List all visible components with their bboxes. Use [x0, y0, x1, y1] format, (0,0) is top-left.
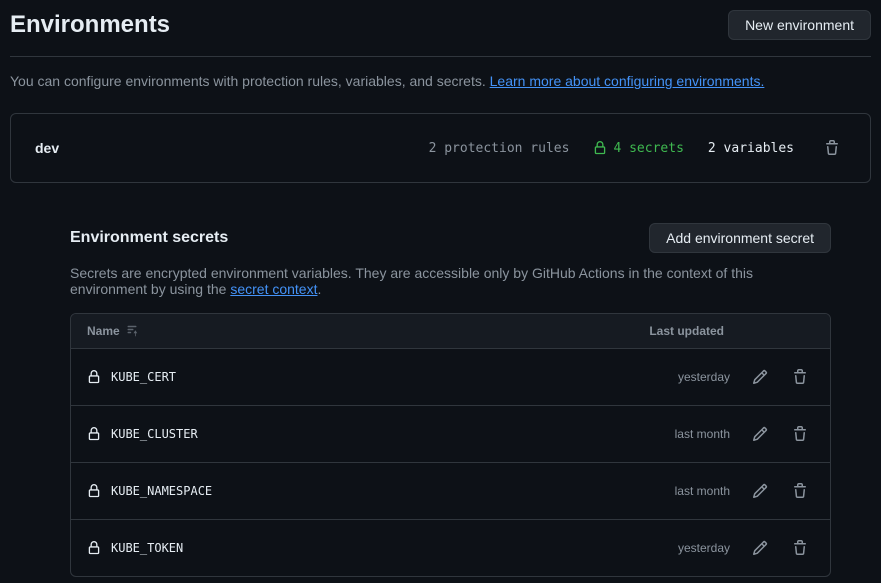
pencil-icon: [752, 369, 768, 385]
secret-context-link[interactable]: secret context: [230, 281, 317, 297]
variables-stat: 2 variables: [708, 141, 794, 156]
secrets-title: Environment secrets: [70, 229, 228, 247]
trash-icon: [824, 140, 840, 156]
trash-icon: [792, 483, 808, 499]
pencil-icon: [752, 426, 768, 442]
environment-name: dev: [35, 140, 59, 156]
secrets-section: Environment secrets Add environment secr…: [70, 223, 831, 577]
delete-environment-button[interactable]: [818, 134, 846, 162]
secrets-description: Secrets are encrypted environment variab…: [70, 265, 831, 297]
edit-secret-button[interactable]: [746, 363, 774, 391]
table-header: Name Last updated: [71, 314, 830, 348]
secret-updated: last month: [675, 484, 730, 498]
secret-name: KUBE_TOKEN: [87, 541, 678, 555]
sort-icon: [126, 325, 138, 337]
trash-icon: [792, 540, 808, 556]
lock-icon: [593, 141, 607, 155]
page-description: You can configure environments with prot…: [10, 73, 871, 89]
col-updated-header: Last updated: [649, 324, 724, 338]
edit-secret-button[interactable]: [746, 534, 774, 562]
learn-more-link[interactable]: Learn more about configuring environment…: [490, 73, 765, 89]
table-row: KUBE_NAMESPACElast month: [71, 462, 830, 519]
table-row: KUBE_CERTyesterday: [71, 348, 830, 405]
edit-secret-button[interactable]: [746, 477, 774, 505]
trash-icon: [792, 426, 808, 442]
protection-rules-stat: 2 protection rules: [429, 141, 570, 156]
secrets-stat: 4 secrets: [593, 141, 683, 156]
lock-icon: [87, 541, 101, 555]
lock-icon: [87, 484, 101, 498]
secret-name: KUBE_NAMESPACE: [87, 484, 675, 498]
lock-icon: [87, 370, 101, 384]
lock-icon: [87, 427, 101, 441]
table-row: KUBE_TOKENyesterday: [71, 519, 830, 576]
table-row: KUBE_CLUSTERlast month: [71, 405, 830, 462]
delete-secret-button[interactable]: [786, 363, 814, 391]
secrets-table: Name Last updated KUBE_CERTyesterdayKUBE…: [70, 313, 831, 577]
delete-secret-button[interactable]: [786, 534, 814, 562]
secret-name: KUBE_CERT: [87, 370, 678, 384]
secret-name: KUBE_CLUSTER: [87, 427, 675, 441]
environment-card[interactable]: dev 2 protection rules 4 secrets 2 varia…: [10, 113, 871, 183]
pencil-icon: [752, 483, 768, 499]
secrets-header: Environment secrets Add environment secr…: [70, 223, 831, 253]
add-secret-button[interactable]: Add environment secret: [649, 223, 831, 253]
col-name-header[interactable]: Name: [87, 324, 649, 338]
edit-secret-button[interactable]: [746, 420, 774, 448]
secret-updated: yesterday: [678, 541, 730, 555]
pencil-icon: [752, 540, 768, 556]
page-title: Environments: [10, 11, 170, 39]
page-header: Environments New environment: [10, 10, 871, 57]
trash-icon: [792, 369, 808, 385]
secret-updated: last month: [675, 427, 730, 441]
secret-updated: yesterday: [678, 370, 730, 384]
delete-secret-button[interactable]: [786, 477, 814, 505]
new-environment-button[interactable]: New environment: [728, 10, 871, 40]
delete-secret-button[interactable]: [786, 420, 814, 448]
